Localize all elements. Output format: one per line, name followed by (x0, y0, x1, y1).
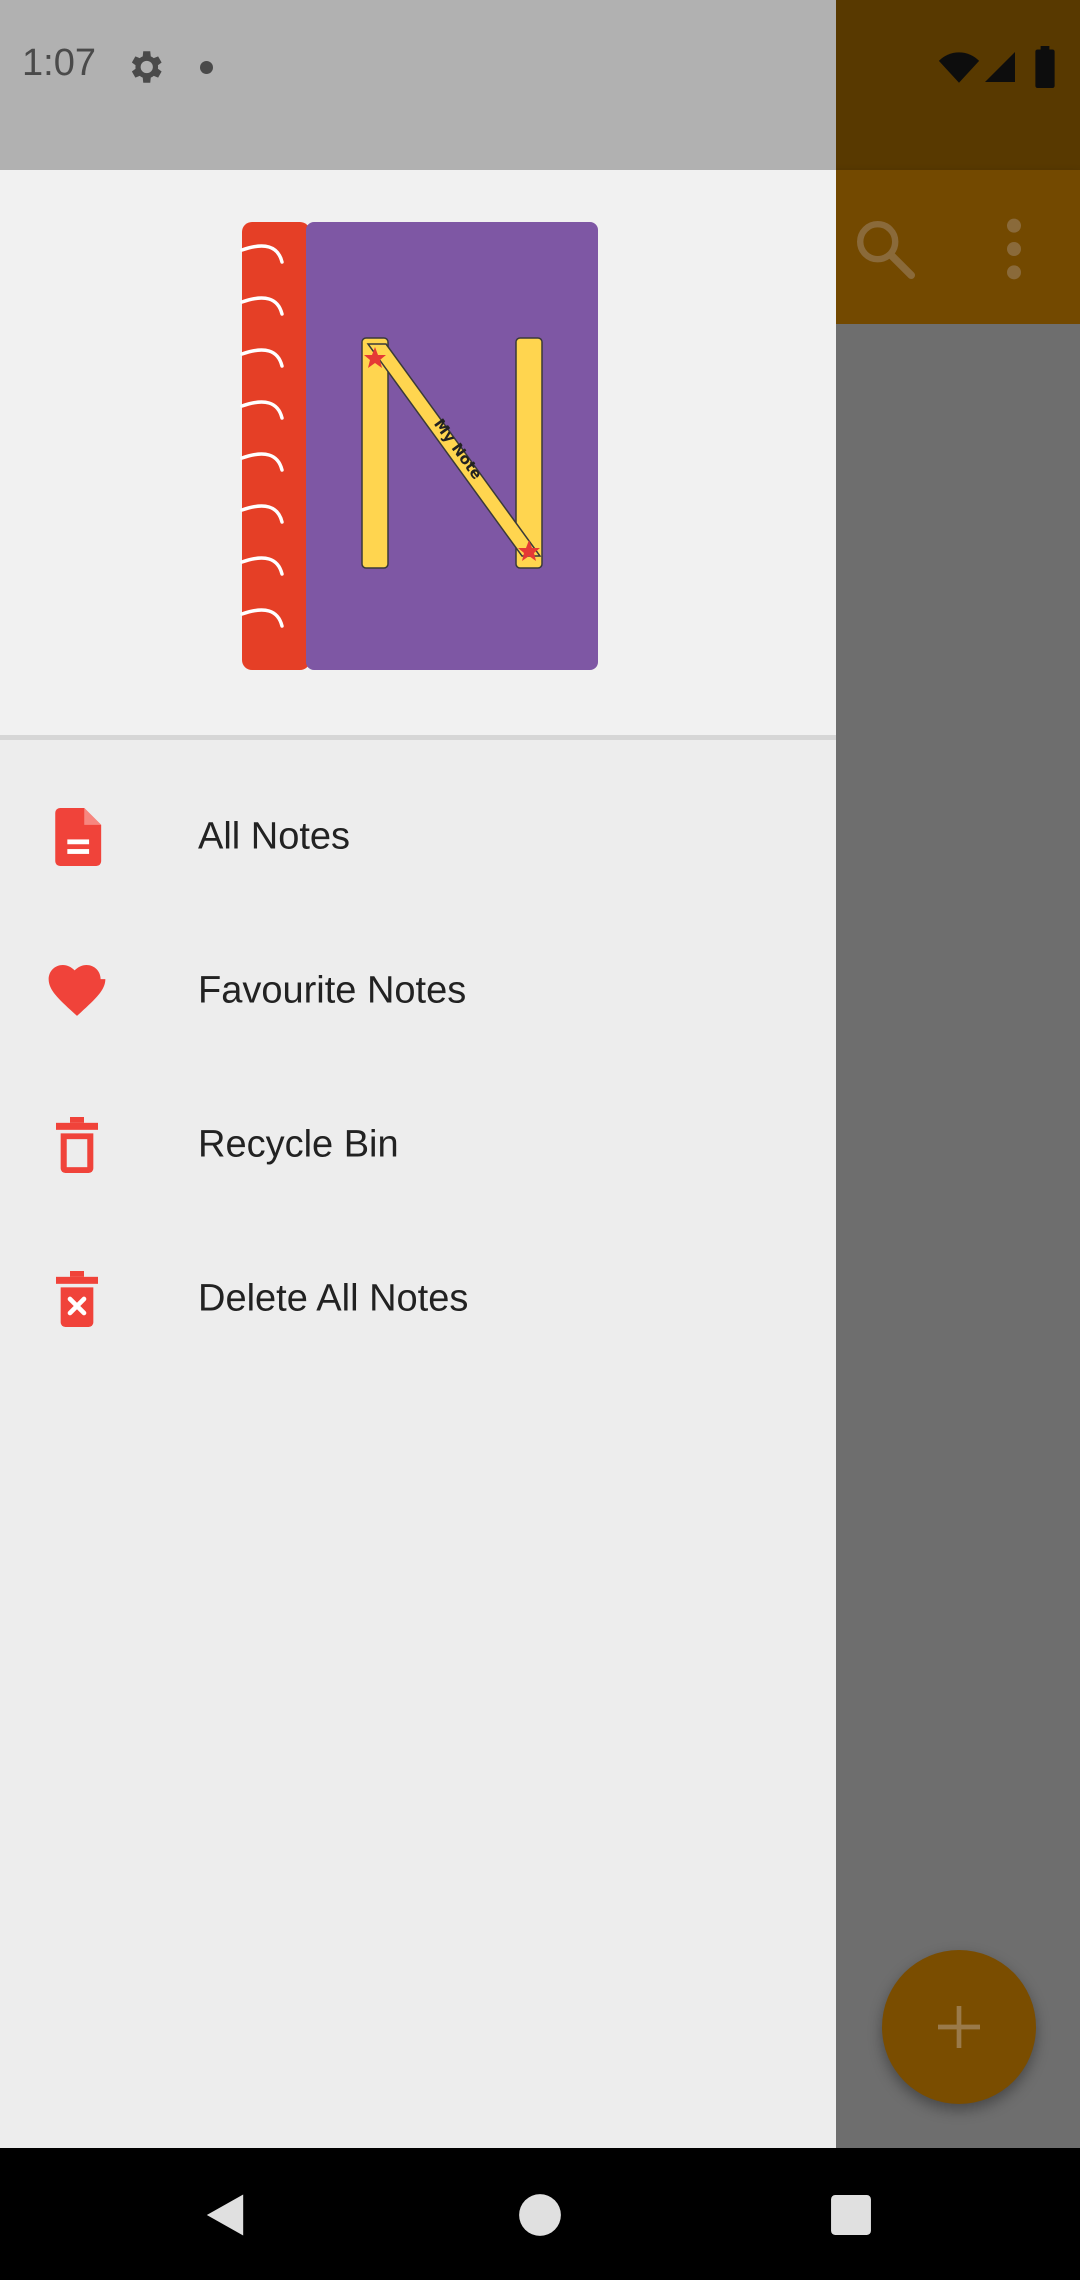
search-icon[interactable] (850, 214, 920, 284)
notebook-logo: My Note (240, 222, 598, 670)
navigation-drawer: My Note All Notes Favourite Notes Recycl… (0, 170, 836, 2148)
status-time: 1:07 (22, 42, 96, 84)
recents-square-icon (831, 2195, 871, 2235)
menu-item-label: All Notes (198, 815, 351, 858)
drawer-menu: All Notes Favourite Notes Recycle Bin De… (0, 760, 836, 1376)
plus-icon (938, 2006, 980, 2048)
overflow-menu-icon[interactable] (1000, 214, 1028, 284)
document-icon (40, 800, 114, 874)
settings-gear-icon (131, 51, 162, 83)
menu-item-delete-all-notes[interactable]: Delete All Notes (0, 1222, 836, 1376)
delete-all-icon (40, 1262, 114, 1336)
heart-icon (40, 954, 114, 1028)
menu-item-label: Favourite Notes (198, 969, 467, 1012)
system-navigation-bar (0, 2148, 1080, 2280)
cellular-signal-icon (985, 52, 1015, 82)
notification-dot-icon (200, 61, 213, 74)
menu-item-recycle-bin[interactable]: Recycle Bin (0, 1068, 836, 1222)
trash-icon (40, 1108, 114, 1182)
wifi-icon (938, 52, 980, 83)
recents-button[interactable] (806, 2170, 896, 2260)
menu-item-favourite-notes[interactable]: Favourite Notes (0, 914, 836, 1068)
back-triangle-icon (206, 2194, 244, 2236)
status-bar: 1:07 (0, 0, 836, 170)
menu-item-all-notes[interactable]: All Notes (0, 760, 836, 914)
menu-item-label: Recycle Bin (198, 1123, 399, 1166)
add-note-button[interactable] (882, 1950, 1036, 2104)
drawer-header: My Note (0, 170, 836, 740)
back-button[interactable] (180, 2170, 270, 2260)
home-button[interactable] (495, 2170, 585, 2260)
home-circle-icon (519, 2194, 561, 2236)
battery-icon (1035, 46, 1055, 88)
menu-item-label: Delete All Notes (198, 1277, 469, 1320)
